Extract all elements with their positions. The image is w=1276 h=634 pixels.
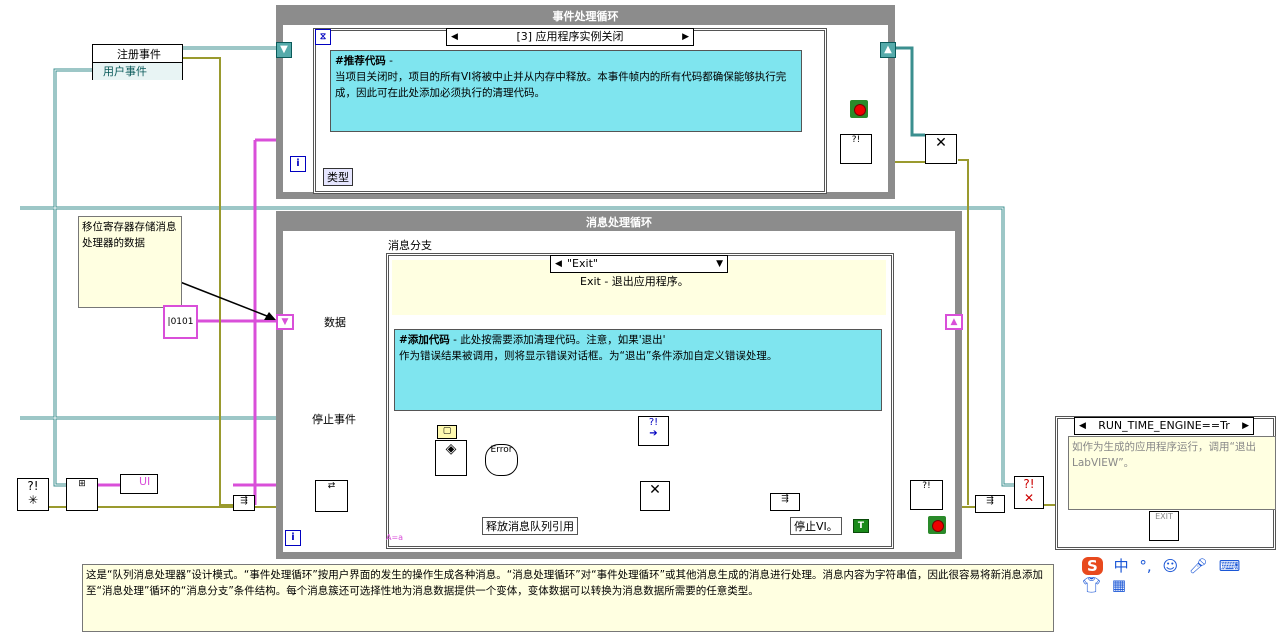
destroy-event-node[interactable]: ?! ✕ <box>1014 476 1044 509</box>
release-queue-node[interactable]: ✕ <box>640 481 670 511</box>
obtain-queue-node[interactable]: ⊞ <box>66 478 98 511</box>
event-case-selector[interactable]: ◀ [3] 应用程序实例关闭 ▶ <box>446 28 694 46</box>
event-loop-title: 事件处理循环 <box>552 10 619 23</box>
true-constant[interactable]: T <box>853 519 869 533</box>
stop-vi-label: 停止VI。 <box>790 517 842 535</box>
rte-comment: 如作为生成的应用程序运行，调用“退出LabVIEW”。 <box>1068 436 1276 510</box>
quit-labview-node[interactable]: EXIT <box>1149 511 1179 541</box>
event-registration-out-icon: ▲ <box>880 42 896 58</box>
dropdown-arrow-icon[interactable]: ▼ <box>716 256 723 272</box>
unregister-events-node[interactable]: ?! <box>840 134 872 164</box>
destroy-user-event-node[interactable]: ✕ <box>925 134 957 164</box>
merge-errors-node[interactable]: ⇶ <box>770 493 800 511</box>
enqueue-message-node[interactable]: ⇶ <box>233 495 255 511</box>
increment-arrow-icon[interactable]: ▶ <box>1242 418 1249 434</box>
event-loop-stop-terminal-icon[interactable] <box>850 100 868 118</box>
dequeue-message-node[interactable]: ⇄ <box>315 480 348 512</box>
design-pattern-description: 这是“队列消息处理器”设计模式。“事件处理循环”按用户界面的发生的操作生成各种消… <box>82 564 1054 632</box>
create-user-event-node[interactable]: ?! ✳ <box>17 478 49 511</box>
case-a-equals-label: A=a <box>386 533 404 542</box>
ime-toolbar[interactable]: S 中 °, ☺ 🎤︎ ⌨ 👕︎ ▦ <box>1082 555 1276 594</box>
data-cluster-constant[interactable]: |0101 <box>163 305 198 339</box>
keyboard-icon[interactable]: ⌨ <box>1219 557 1241 575</box>
grid-icon[interactable]: ▦ <box>1112 576 1126 594</box>
message-loop-iteration-icon: i <box>285 530 301 546</box>
error-text: Error <box>490 445 513 455</box>
chinese-mode-icon[interactable]: 中 <box>1114 555 1129 576</box>
decrement-arrow-icon[interactable]: ◀ <box>1079 418 1086 434</box>
ui-constant-text: UI <box>139 475 151 488</box>
recommended-code-comment: #推荐代码 - 当项目关闭时，项目的所有VI将被中止并从内存中释放。本事件帧内的… <box>330 50 802 132</box>
error-dialog-node[interactable]: Error <box>485 444 518 476</box>
punctuation-icon[interactable]: °, <box>1139 557 1151 575</box>
mic-icon[interactable]: 🎤︎ <box>1189 557 1208 575</box>
stop-event-wire-label: 停止事件 <box>310 411 358 427</box>
data-shift-register-right-icon: ▲ <box>945 314 963 330</box>
register-events-node[interactable]: 注册事件 用户事件 <box>92 44 183 80</box>
release-queue-label: 释放消息队列引用 <box>482 517 578 535</box>
event-loop-iteration-icon: i <box>290 156 306 172</box>
sogou-s-icon[interactable]: S <box>1082 557 1103 575</box>
variant-constant-node[interactable]: ▢ <box>437 425 457 439</box>
decrement-arrow-icon[interactable]: ◀ <box>555 256 562 272</box>
data-shift-register-left-icon: ▼ <box>276 314 294 330</box>
data-wire-label: 数据 <box>320 314 350 330</box>
type-terminal: 类型 <box>323 168 353 186</box>
user-event-item[interactable]: 用户事件 <box>93 62 182 80</box>
shift-register-note: 移位寄存器存储消息处理器的数据 <box>78 216 182 308</box>
decrement-arrow-icon[interactable]: ◀ <box>451 29 458 45</box>
message-loop-title: 消息处理循环 <box>586 216 652 229</box>
ui-constant[interactable]: UI <box>120 474 158 494</box>
message-case-label: 消息分支 <box>388 239 432 252</box>
emoji-icon[interactable]: ☺ <box>1162 557 1178 575</box>
rte-case-selector[interactable]: ◀ RUN_TIME_ENGINE==Tr ▶ <box>1074 417 1254 435</box>
event-timeout-terminal-icon: ⧖ <box>315 29 331 45</box>
increment-arrow-icon[interactable]: ▶ <box>682 29 689 45</box>
event-registration-in-icon: ▼ <box>276 42 292 58</box>
shirt-icon[interactable]: 👕︎ <box>1082 576 1101 594</box>
exit-label: EXIT <box>1155 512 1173 521</box>
add-code-comment: #添加代码 - 此处按需要添加清理代码。注意，如果'退出' 作为错误结果被调用，… <box>394 329 882 411</box>
fire-stop-event-node[interactable]: ?! ➔ <box>638 416 669 446</box>
register-events-title: 注册事件 <box>117 48 161 61</box>
unregister-message-node[interactable]: ?! <box>910 480 943 510</box>
message-case-selector[interactable]: ◀ "Exit" ▼ <box>550 255 728 273</box>
message-loop-stop-icon[interactable] <box>928 516 946 534</box>
unbundle-node[interactable]: ◈ <box>435 440 467 476</box>
exit-case-description: Exit - 退出应用程序。 <box>580 275 689 288</box>
final-merge-errors-node[interactable]: ⇶ <box>975 495 1005 513</box>
